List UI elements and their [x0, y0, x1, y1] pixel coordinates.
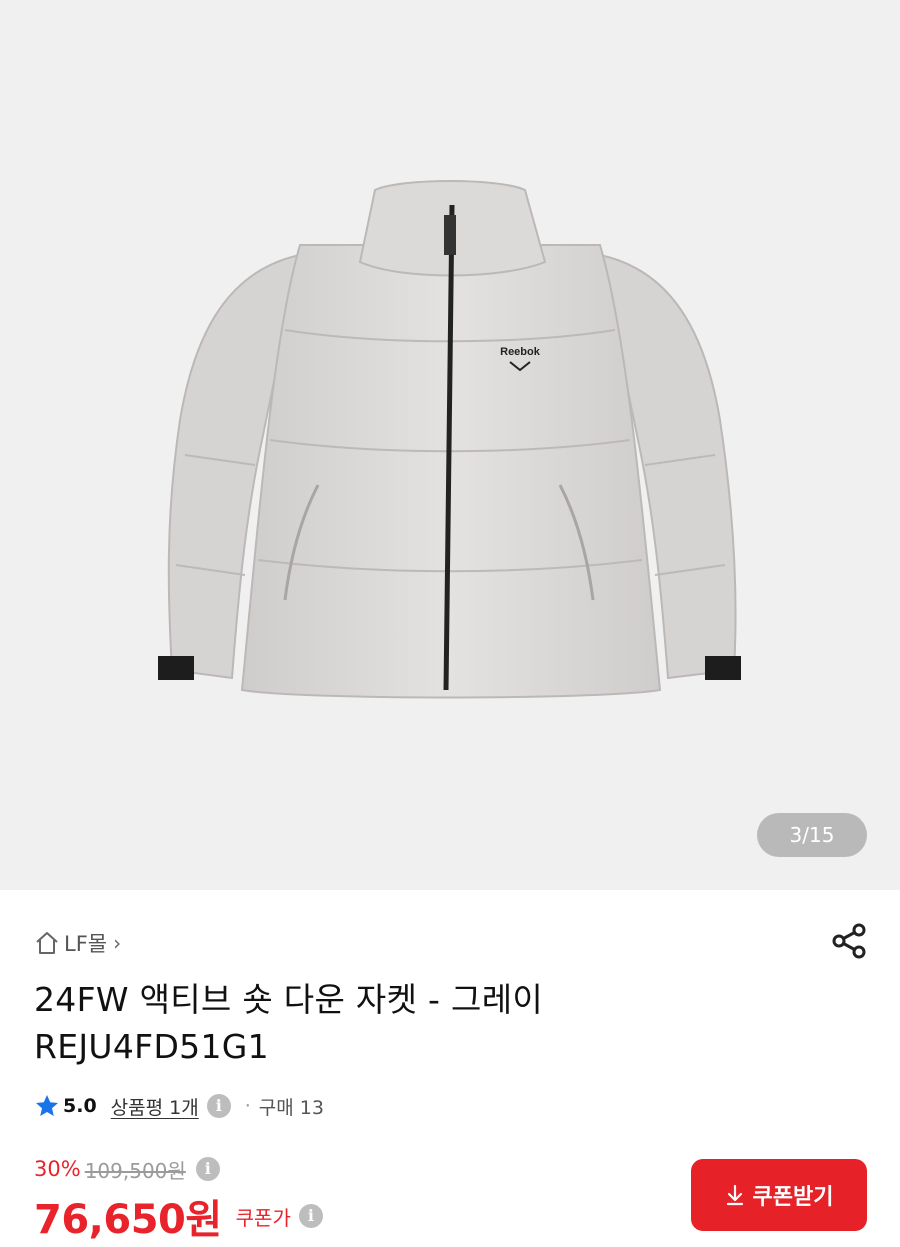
final-price: 76,650원 — [34, 1197, 222, 1243]
store-name: LF몰 — [64, 932, 108, 956]
star-icon — [34, 1093, 60, 1119]
product-image: Reebok — [158, 180, 741, 699]
product-title-line: 24FW 액티브 숏 다운 자켓 - 그레이 — [34, 980, 544, 1019]
home-icon — [34, 931, 60, 955]
product-code: REJU4FD51G1 — [34, 1027, 269, 1066]
info-icon[interactable]: i — [195, 1157, 220, 1181]
discount-row: 30% 109,500원 i — [34, 1153, 220, 1185]
get-coupon-label: 쿠폰받기 — [752, 1185, 834, 1210]
rating-score: 5.0 — [63, 1095, 97, 1117]
coupon-price-label: 쿠폰가 — [235, 1205, 291, 1230]
info-icon[interactable]: i — [298, 1204, 323, 1228]
original-price: 109,500원 — [84, 1158, 186, 1183]
product-title: 24FW 액티브 숏 다운 자켓 - 그레이 REJU4FD51G1 — [34, 976, 794, 1070]
chevron-right-icon: › — [113, 931, 122, 955]
rating-row: 5.0 상품평 1개 i · 구매 13 — [34, 1090, 324, 1122]
separator: · — [244, 1095, 251, 1117]
info-icon[interactable]: i — [206, 1094, 231, 1118]
discount-rate: 30% — [34, 1157, 81, 1181]
price-row: 76,650원 쿠폰가 i — [34, 1190, 323, 1243]
image-counter: 3/15 — [757, 813, 867, 857]
product-image-gallery[interactable]: Reebok 3/15 — [0, 0, 900, 890]
review-count-link[interactable]: 상품평 1개 — [111, 1093, 199, 1120]
share-icon — [832, 923, 866, 959]
purchase-count: 구매 13 — [258, 1096, 324, 1119]
brand-logo-text: Reebok — [500, 346, 541, 358]
store-link[interactable]: LF몰 › — [34, 928, 121, 958]
get-coupon-button[interactable]: 쿠폰받기 — [691, 1159, 867, 1231]
share-button[interactable] — [829, 920, 871, 962]
download-icon — [726, 1184, 743, 1206]
